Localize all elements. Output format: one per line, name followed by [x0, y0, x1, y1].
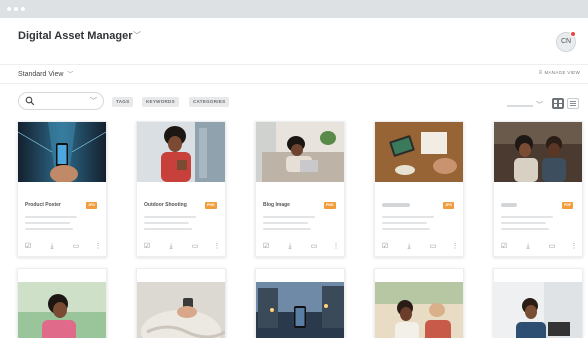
- asset-thumbnail: [256, 282, 344, 338]
- card-actions: ☑ ⤓ ▭ ⋮: [18, 243, 106, 253]
- asset-card[interactable]: [374, 268, 464, 338]
- meta-placeholder: [144, 222, 189, 224]
- meta-placeholder: [144, 228, 192, 230]
- window-dot-minimize[interactable]: [14, 7, 18, 11]
- asset-card[interactable]: [136, 268, 226, 338]
- download-icon[interactable]: ⤓: [524, 243, 532, 251]
- app-title[interactable]: Digital Asset Manager: [18, 30, 133, 42]
- manage-view-label: MANAGE VIEW: [544, 70, 580, 75]
- sort-select[interactable]: [507, 105, 533, 107]
- view-toolbar: Standard View ﹀ ≡ MANAGE VIEW: [0, 64, 588, 84]
- meta-placeholder: [263, 216, 315, 218]
- more-icon[interactable]: ⋮: [451, 243, 459, 251]
- app-window: Digital Asset Manager ﹀ CN Standard View…: [0, 0, 588, 338]
- meta-placeholder: [382, 222, 427, 224]
- view-select-label: Standard View: [18, 71, 64, 78]
- asset-card[interactable]: PDF ☑ ⤓ ▭ ⋮: [493, 121, 583, 257]
- checkbox-icon[interactable]: ☑: [24, 243, 32, 251]
- chevron-down-icon: ﹀: [67, 72, 74, 78]
- meta-placeholder: [25, 228, 73, 230]
- asset-name: Blog Image: [263, 202, 290, 208]
- preview-icon[interactable]: ▭: [191, 243, 199, 251]
- manage-view-button[interactable]: ≡ MANAGE VIEW: [539, 70, 580, 76]
- chevron-down-icon[interactable]: ﹀: [536, 100, 543, 110]
- checkbox-icon[interactable]: ☑: [500, 243, 508, 251]
- more-icon[interactable]: ⋮: [213, 243, 221, 251]
- asset-thumbnail: [137, 282, 225, 338]
- meta-placeholder: [263, 222, 308, 224]
- asset-thumbnail: [375, 282, 463, 338]
- meta-placeholder: [501, 228, 549, 230]
- asset-name: Outdoor Shooting: [144, 202, 187, 208]
- window-dot-close[interactable]: [7, 7, 11, 11]
- asset-card[interactable]: [493, 268, 583, 338]
- asset-card[interactable]: JPG ☑ ⤓ ▭ ⋮: [374, 121, 464, 257]
- meta-placeholder: [382, 228, 430, 230]
- asset-name-placeholder: [382, 203, 410, 207]
- preview-icon[interactable]: ▭: [429, 243, 437, 251]
- download-icon[interactable]: ⤓: [405, 243, 413, 251]
- asset-name-placeholder: [501, 203, 517, 207]
- meta-placeholder: [263, 228, 311, 230]
- view-select[interactable]: Standard View ﹀: [18, 69, 73, 78]
- format-badge: JPG: [443, 202, 455, 209]
- asset-thumbnail: [375, 122, 463, 182]
- filter-chip-tags[interactable]: TAGS: [112, 97, 134, 107]
- more-icon[interactable]: ⋮: [570, 243, 578, 251]
- checkbox-icon[interactable]: ☑: [262, 243, 270, 251]
- asset-thumbnail: [494, 122, 582, 182]
- card-actions: ☑ ⤓ ▭ ⋮: [375, 243, 463, 253]
- list-view-icon[interactable]: [567, 98, 579, 109]
- card-actions: ☑ ⤓ ▭ ⋮: [137, 243, 225, 253]
- format-badge: JPG: [86, 202, 98, 209]
- asset-card[interactable]: Outdoor Shooting PNG ☑ ⤓ ▭ ⋮: [136, 121, 226, 257]
- asset-name: Product Poster: [25, 202, 61, 208]
- meta-placeholder: [501, 222, 546, 224]
- preview-icon[interactable]: ▭: [310, 243, 318, 251]
- search-input[interactable]: ﹀: [18, 92, 104, 110]
- asset-card[interactable]: Product Poster JPG ☑ ⤓ ▭ ⋮: [17, 121, 107, 257]
- meta-placeholder: [25, 216, 77, 218]
- format-badge: PNG: [324, 202, 336, 209]
- asset-card[interactable]: [17, 268, 107, 338]
- checkbox-icon[interactable]: ☑: [381, 243, 389, 251]
- app-header: Digital Asset Manager ﹀ CN: [0, 18, 588, 64]
- more-icon[interactable]: ⋮: [94, 243, 102, 251]
- card-actions: ☑ ⤓ ▭ ⋮: [256, 243, 344, 253]
- download-icon[interactable]: ⤓: [167, 243, 175, 251]
- checkbox-icon[interactable]: ☑: [143, 243, 151, 251]
- filter-chip-categories[interactable]: CATEGORIES: [189, 97, 230, 107]
- chevron-down-icon[interactable]: ﹀: [90, 96, 97, 106]
- filter-icon: ≡: [538, 70, 543, 76]
- grid-view-icon[interactable]: [552, 98, 564, 109]
- chevron-down-icon[interactable]: ﹀: [133, 30, 141, 41]
- asset-thumbnail: [18, 122, 106, 182]
- card-actions: ☑ ⤓ ▭ ⋮: [494, 243, 582, 253]
- asset-thumbnail: [137, 122, 225, 182]
- download-icon[interactable]: ⤓: [48, 243, 56, 251]
- window-dot-maximize[interactable]: [21, 7, 25, 11]
- meta-placeholder: [144, 216, 196, 218]
- asset-card[interactable]: [255, 268, 345, 338]
- asset-thumbnail: [18, 282, 106, 338]
- search-icon: [25, 96, 35, 106]
- asset-thumbnail: [256, 122, 344, 182]
- filter-chip-keywords[interactable]: KEYWORDS: [142, 97, 179, 107]
- format-badge: PNG: [205, 202, 217, 209]
- preview-icon[interactable]: ▭: [72, 243, 80, 251]
- asset-thumbnail: [494, 282, 582, 338]
- meta-placeholder: [501, 216, 553, 218]
- download-icon[interactable]: ⤓: [286, 243, 294, 251]
- meta-placeholder: [382, 216, 434, 218]
- window-titlebar: [0, 0, 588, 18]
- meta-placeholder: [25, 222, 70, 224]
- preview-icon[interactable]: ▭: [548, 243, 556, 251]
- asset-card[interactable]: Blog Image PNG ☑ ⤓ ▭ ⋮: [255, 121, 345, 257]
- format-badge: PDF: [562, 202, 573, 209]
- more-icon[interactable]: ⋮: [332, 243, 340, 251]
- notification-badge: [570, 31, 576, 37]
